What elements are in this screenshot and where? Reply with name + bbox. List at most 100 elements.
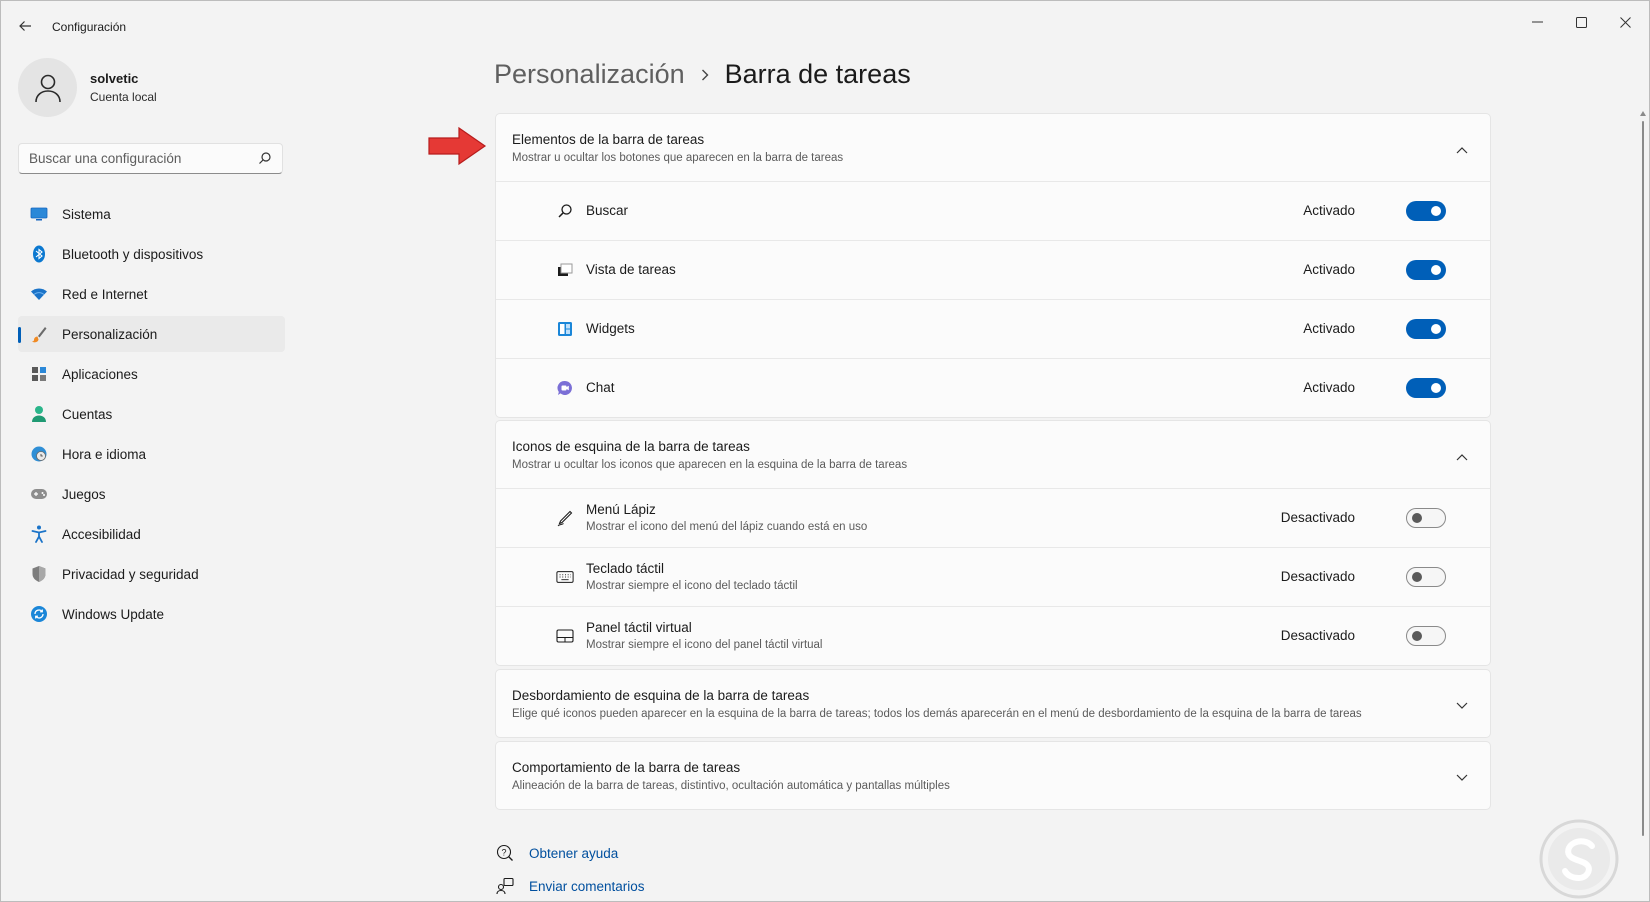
profile-name: solvetic (90, 71, 139, 86)
setting-description: Mostrar siempre el icono del teclado tác… (586, 580, 798, 592)
setting-row-menu-lapiz: Menú Lápiz Mostrar el icono del menú del… (496, 488, 1490, 547)
section-subtitle: Mostrar u ocultar los iconos que aparece… (512, 459, 908, 471)
chevron-down-icon[interactable] (1456, 697, 1468, 715)
bluetooth-icon (29, 244, 49, 264)
chat-toggle[interactable] (1406, 378, 1446, 398)
section-subtitle: Mostrar u ocultar los botones que aparec… (512, 152, 844, 164)
widgets-icon (556, 320, 574, 338)
taskbar-items-header[interactable]: Elementos de la barra de tareas Mostrar … (496, 114, 1490, 181)
sidebar-item-label: Juegos (62, 486, 106, 502)
teclado-tactil-toggle[interactable] (1406, 567, 1446, 587)
breadcrumb: Personalización Barra de tareas (494, 59, 911, 90)
setting-description: Mostrar siempre el icono del panel tácti… (586, 639, 823, 651)
touchpad-icon (556, 627, 574, 645)
sidebar-nav: Sistema Bluetooth y dispositivos Red e I… (18, 196, 285, 636)
sidebar-item-juegos[interactable]: Juegos (18, 476, 285, 512)
shield-icon (29, 564, 49, 584)
task-view-icon (556, 261, 574, 279)
sidebar-item-aplicaciones[interactable]: Aplicaciones (18, 356, 285, 392)
sidebar-item-hora[interactable]: Hora e idioma (18, 436, 285, 472)
setting-label: Teclado táctil (586, 561, 665, 576)
scroll-up-icon[interactable] (1640, 111, 1646, 116)
section-title: Comportamiento de la barra de tareas (512, 760, 741, 775)
sidebar-item-cuentas[interactable]: Cuentas (18, 396, 285, 432)
minimize-icon (1531, 21, 1543, 23)
setting-row-panel-tactil-virtual: Panel táctil virtual Mostrar siempre el … (496, 606, 1490, 665)
setting-label: Buscar (586, 203, 629, 218)
sidebar-item-sistema[interactable]: Sistema (18, 196, 285, 232)
back-button[interactable] (13, 15, 37, 37)
toggle-state-text: Activado (1303, 380, 1355, 395)
brush-icon (29, 324, 49, 344)
sidebar-item-label: Bluetooth y dispositivos (62, 246, 204, 262)
keyboard-icon (556, 568, 574, 586)
feedback-icon (495, 876, 515, 896)
clock-globe-icon (29, 444, 49, 464)
back-arrow-icon (19, 21, 31, 31)
toggle-state-text: Activado (1303, 262, 1355, 277)
widgets-toggle[interactable] (1406, 319, 1446, 339)
search-icon[interactable] (258, 151, 272, 170)
wifi-icon (29, 284, 49, 304)
sidebar-item-label: Accesibilidad (62, 526, 141, 542)
close-icon (1619, 16, 1631, 28)
watermark-logo (1538, 818, 1620, 900)
chevron-right-icon (701, 69, 709, 81)
setting-label: Panel táctil virtual (586, 620, 692, 635)
maximize-button[interactable] (1558, 7, 1604, 37)
setting-label: Menú Lápiz (586, 502, 656, 517)
chevron-down-icon[interactable] (1456, 769, 1468, 787)
sidebar-item-label: Cuentas (62, 406, 113, 422)
setting-label: Chat (586, 380, 615, 395)
taskbar-items-section: Elementos de la barra de tareas Mostrar … (495, 113, 1491, 418)
sidebar-item-label: Hora e idioma (62, 446, 147, 462)
chevron-up-icon[interactable] (1456, 448, 1468, 466)
sidebar-item-personalizacion[interactable]: Personalización (18, 316, 285, 352)
setting-row-teclado-tactil: Teclado táctil Mostrar siempre el icono … (496, 547, 1490, 606)
search-input[interactable] (19, 144, 239, 173)
vista-de-tareas-toggle[interactable] (1406, 260, 1446, 280)
svg-text:?: ? (501, 848, 506, 858)
sidebar-item-label: Sistema (62, 206, 111, 222)
person-avatar-icon (34, 74, 61, 102)
get-help-link-row: ? Obtener ayuda (495, 843, 618, 863)
panel-tactil-virtual-toggle[interactable] (1406, 626, 1446, 646)
setting-description: Mostrar el icono del menú del lápiz cuan… (586, 521, 868, 533)
section-title: Elementos de la barra de tareas (512, 132, 705, 147)
accessibility-icon (29, 524, 49, 544)
toggle-state-text: Desactivado (1280, 569, 1355, 584)
feedback-link-row: Enviar comentarios (495, 876, 645, 896)
sidebar-item-windows-update[interactable]: Windows Update (18, 596, 285, 632)
sidebar-item-label: Windows Update (62, 606, 165, 622)
chevron-up-icon[interactable] (1456, 141, 1468, 159)
toggle-state-text: Desactivado (1280, 628, 1355, 643)
setting-row-widgets: Widgets Activado (496, 299, 1490, 358)
get-help-link[interactable]: Obtener ayuda (529, 846, 618, 861)
person-icon (29, 404, 49, 424)
taskbar-behavior-section[interactable]: Comportamiento de la barra de tareas Ali… (495, 741, 1491, 810)
sidebar-item-red[interactable]: Red e Internet (18, 276, 285, 312)
corner-overflow-section[interactable]: Desbordamiento de esquina de la barra de… (495, 669, 1491, 738)
sidebar-item-privacidad[interactable]: Privacidad y seguridad (18, 556, 285, 592)
send-feedback-link[interactable]: Enviar comentarios (529, 879, 645, 894)
setting-row-buscar: Buscar Activado (496, 181, 1490, 240)
corner-icons-header[interactable]: Iconos de esquina de la barra de tareas … (496, 421, 1490, 488)
corner-overflow-header[interactable]: Desbordamiento de esquina de la barra de… (496, 670, 1490, 737)
minimize-button[interactable] (1514, 7, 1560, 37)
user-profile[interactable]: solvetic Cuenta local (18, 58, 157, 117)
menu-lapiz-toggle[interactable] (1406, 508, 1446, 528)
scroll-thumb[interactable] (1642, 121, 1644, 836)
sidebar-item-accesibilidad[interactable]: Accesibilidad (18, 516, 285, 552)
breadcrumb-parent[interactable]: Personalización (494, 59, 685, 90)
taskbar-behavior-header[interactable]: Comportamiento de la barra de tareas Ali… (496, 742, 1490, 809)
avatar (18, 58, 77, 117)
sidebar-item-label: Privacidad y seguridad (62, 566, 199, 582)
toggle-state-text: Desactivado (1280, 510, 1355, 525)
vertical-scrollbar[interactable] (1640, 111, 1646, 851)
buscar-toggle[interactable] (1406, 201, 1446, 221)
maximize-icon (1575, 16, 1587, 28)
settings-window: Configuración solvetic Cuenta local Busc… (0, 0, 1650, 902)
close-button[interactable] (1602, 7, 1648, 37)
profile-account-type: Cuenta local (90, 90, 157, 104)
sidebar-item-bluetooth[interactable]: Bluetooth y dispositivos (18, 236, 285, 272)
